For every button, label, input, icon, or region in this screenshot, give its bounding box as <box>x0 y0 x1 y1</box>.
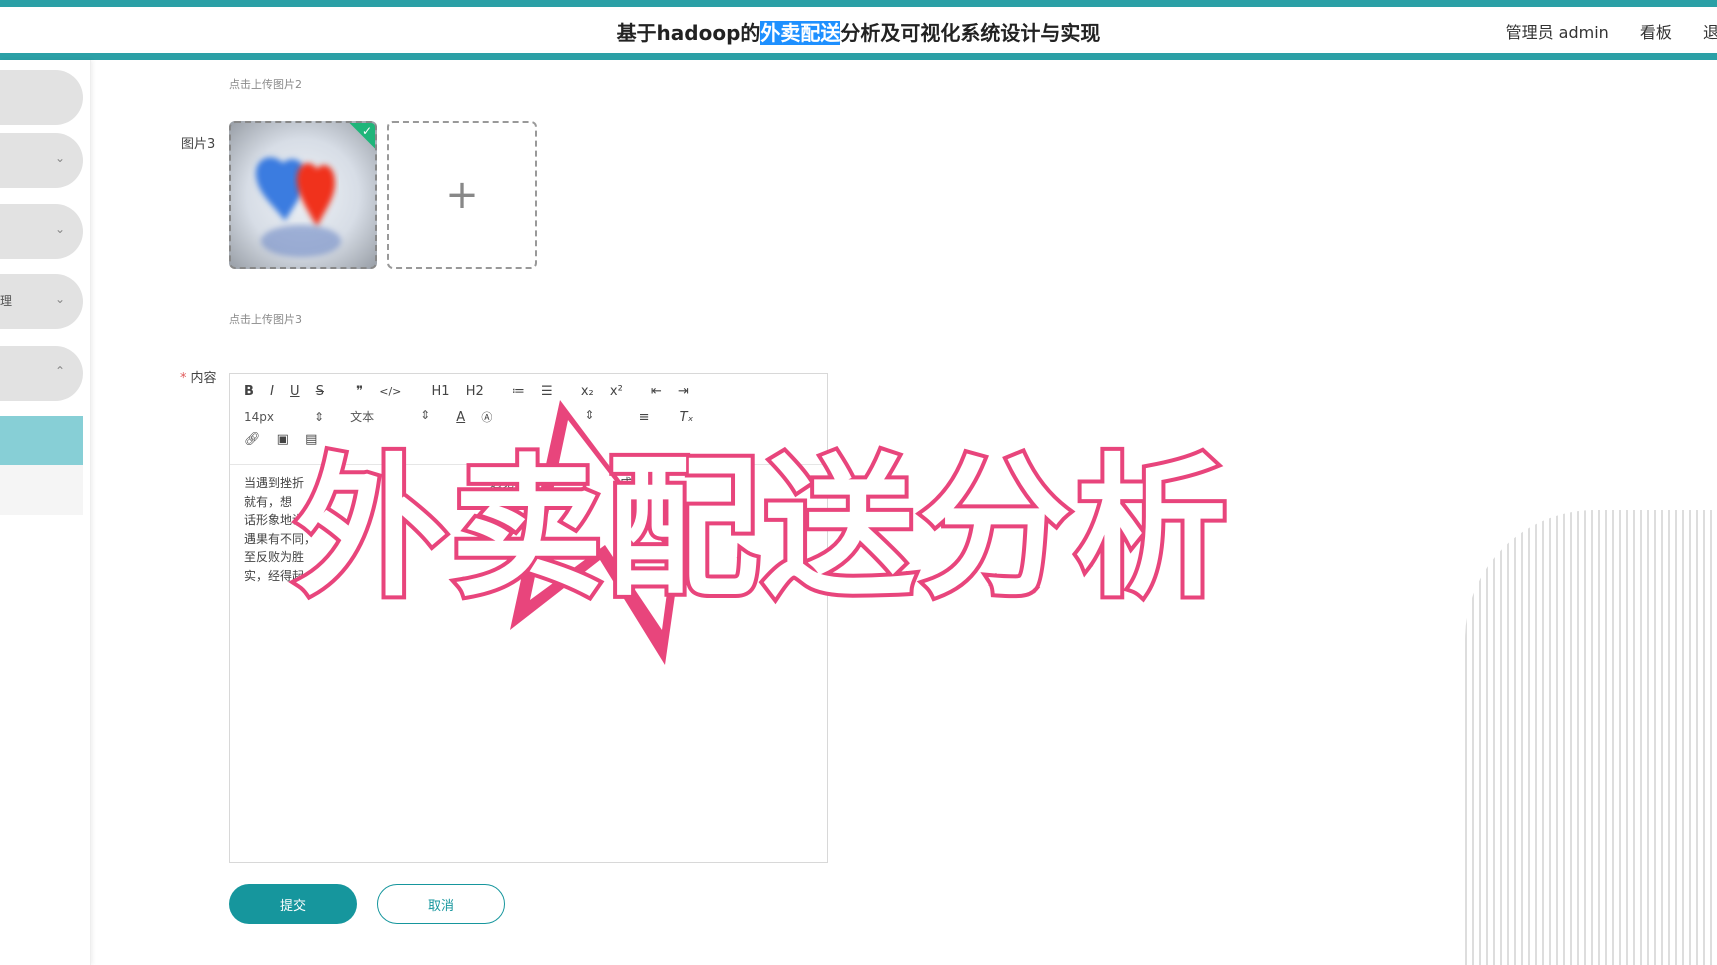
bold-button[interactable]: B <box>244 384 254 399</box>
underline-button[interactable]: U <box>290 384 300 399</box>
title-prefix: 基于hadoop的 <box>616 21 761 45</box>
outdent-button[interactable]: ⇤ <box>651 384 662 399</box>
sidebar-item-2[interactable]: ⌄ <box>0 133 83 188</box>
sidebar-subitem-active[interactable] <box>0 416 83 465</box>
hearts-image-icon <box>255 157 341 257</box>
required-mark: * <box>180 371 187 386</box>
content-label-text: 内容 <box>190 371 217 386</box>
add-image-button[interactable]: + <box>387 121 537 269</box>
sidebar-item-4[interactable]: 理 ⌄ <box>0 274 83 329</box>
decorative-stripes <box>1465 510 1717 965</box>
sidebar-item-5[interactable]: ⌃ <box>0 346 83 401</box>
image3-label: 图片3 <box>181 137 216 152</box>
image-icon[interactable]: ▣ <box>277 432 289 447</box>
font-size-value: 14px <box>244 410 274 424</box>
chevron-down-icon: ⌄ <box>54 292 65 306</box>
superscript-button[interactable]: x² <box>610 384 623 399</box>
image3-upload-hint: 点击上传图片3 <box>229 313 302 326</box>
cancel-button[interactable]: 取消 <box>377 884 505 924</box>
sidebar-item-label: 理 <box>0 294 13 308</box>
h2-button[interactable]: H2 <box>466 384 484 399</box>
bullet-list-button[interactable]: ☰ <box>541 384 553 399</box>
chevron-down-icon: ⌄ <box>54 151 65 165</box>
top-header: 基于hadoop的外卖配送分析及可视化系统设计与实现 管理员 admin 看板 … <box>0 7 1717 60</box>
check-icon: ✓ <box>361 124 372 138</box>
subscript-button[interactable]: x₂ <box>581 384 594 399</box>
chevron-up-icon: ⌃ <box>54 364 65 378</box>
blockquote-button[interactable]: ❞ <box>356 384 363 399</box>
sidebar-item-1[interactable] <box>0 70 83 125</box>
code-block-button[interactable]: </> <box>379 385 401 398</box>
submit-button[interactable]: 提交 <box>229 884 357 924</box>
page-title: 基于hadoop的外卖配送分析及可视化系统设计与实现 <box>0 17 1717 46</box>
image2-upload-hint: 点击上传图片2 <box>229 78 302 91</box>
sidebar-item-3[interactable]: ⌄ <box>0 204 83 259</box>
board-link[interactable]: 看板 <box>1640 19 1672 43</box>
h1-button[interactable]: H1 <box>432 384 450 399</box>
image3-thumbnail[interactable]: ✓ <box>229 121 377 269</box>
link-icon[interactable]: 🔗︎ <box>244 432 261 447</box>
strike-button[interactable]: S <box>316 384 324 399</box>
ordered-list-button[interactable]: ≔ <box>512 384 525 399</box>
italic-button[interactable]: I <box>270 384 274 399</box>
overlay-caption: 外卖配送分析 <box>291 436 1231 621</box>
logout-link[interactable]: 退出 <box>1703 19 1717 43</box>
indent-button[interactable]: ⇥ <box>678 384 689 399</box>
title-suffix: 分析及可视化系统设计与实现 <box>840 21 1101 45</box>
user-name[interactable]: 管理员 admin <box>1506 19 1609 43</box>
content-label: * 内容 <box>180 367 217 386</box>
header-accent-stripe <box>0 0 1717 7</box>
chevron-down-icon: ⌄ <box>54 222 65 236</box>
toolbar-row-1: B I U S ❞ </> H1 H2 ≔ ☰ x₂ x² ⇤ ⇥ <box>244 384 701 399</box>
header-nav: 管理员 admin 看板 退出 <box>1480 19 1717 43</box>
title-selected-text: 外卖配送 <box>760 21 841 45</box>
sidebar-subitem[interactable] <box>0 465 83 515</box>
sidebar: ⌄ ⌄ 理 ⌄ ⌃ <box>0 60 91 965</box>
